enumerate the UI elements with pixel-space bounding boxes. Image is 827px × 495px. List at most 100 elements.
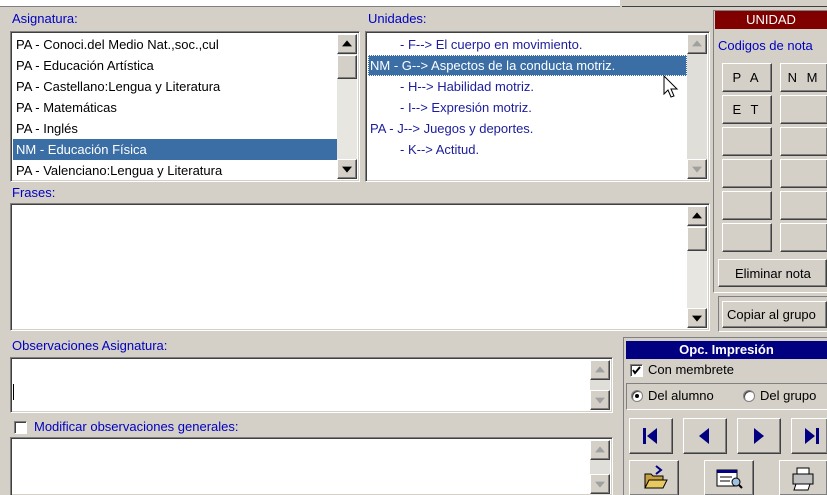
nota-code-button[interactable]: P A [722, 63, 772, 92]
nota-code-label: P A [732, 70, 762, 85]
skip-first-icon [643, 428, 657, 444]
scroll-up-icon [595, 446, 605, 453]
nota-code-label [723, 160, 771, 187]
nota-code-label [781, 224, 827, 251]
nota-code-label [781, 192, 827, 219]
top-edge-bar [0, 0, 620, 7]
nota-code-button[interactable]: N M [780, 63, 827, 92]
preview-button[interactable] [704, 460, 754, 495]
codigos-label: Codigos de nota [718, 38, 813, 53]
asignatura-scroll-down[interactable] [337, 159, 357, 179]
nota-code-button[interactable]: E T [722, 95, 772, 124]
nota-code-button[interactable] [722, 191, 772, 220]
observaciones-scroll-down[interactable] [590, 390, 610, 410]
observaciones-scrollbar[interactable] [590, 360, 610, 410]
generales-scrollbar[interactable] [590, 440, 610, 495]
unidades-label: Unidades: [368, 11, 427, 26]
unidades-list-item[interactable]: - H--> Habilidad motriz. [368, 76, 687, 97]
codigos-grid: P A N M E T [722, 63, 827, 253]
asignatura-list[interactable]: PA - Conoci.del Medio Nat.,soc.,cul PA - … [10, 31, 360, 182]
text-caret [13, 384, 14, 400]
previous-icon [699, 428, 709, 444]
unidades-list-item[interactable]: PA - J--> Juegos y deportes. [368, 118, 687, 139]
unidades-list-item[interactable]: - F--> El cuerpo en movimiento. [368, 34, 687, 55]
unidad-header-text: UNIDAD [746, 12, 796, 27]
observaciones-textarea[interactable] [10, 357, 613, 413]
scroll-down-icon [595, 397, 605, 404]
scroll-up-icon [342, 40, 352, 47]
eliminar-nota-label: Eliminar nota [735, 265, 811, 281]
membrete-checkbox[interactable] [630, 364, 643, 377]
unidades-scrollbar[interactable] [687, 34, 707, 179]
modificar-label[interactable]: Modificar observaciones generales: [34, 419, 239, 434]
frases-textarea[interactable] [10, 203, 710, 331]
observaciones-generales-textarea[interactable] [10, 437, 613, 495]
unidades-list-item[interactable]: - I--> Expresión motriz. [368, 97, 687, 118]
unidades-scroll-up[interactable] [687, 34, 707, 54]
skip-last-icon [805, 428, 819, 444]
unidades-list[interactable]: - F--> El cuerpo en movimiento. NM - G-->… [365, 31, 710, 182]
nota-code-label [781, 160, 827, 187]
asignatura-list-item[interactable]: PA - Castellano:Lengua y Literatura [13, 76, 337, 97]
frases-scrollbar[interactable] [687, 206, 707, 328]
copiar-grupo-label: Copiar al grupo [727, 307, 816, 322]
asignatura-list-item[interactable]: PA - Conoci.del Medio Nat.,soc.,cul [13, 34, 337, 55]
printer-icon [792, 467, 814, 491]
first-record-button[interactable] [629, 418, 673, 454]
asignatura-list-item[interactable]: PA - Valenciano:Lengua y Literatura [13, 160, 337, 181]
nota-code-label: E T [732, 102, 762, 117]
nota-code-button[interactable] [722, 127, 772, 156]
unidades-items: - F--> El cuerpo en movimiento. NM - G-->… [368, 34, 687, 160]
nota-code-button[interactable] [780, 159, 827, 188]
impresion-header: Opc. Impresión [626, 341, 827, 359]
nota-code-label [723, 224, 771, 251]
eliminar-nota-button[interactable]: Eliminar nota [718, 259, 827, 287]
unidades-scroll-down[interactable] [687, 159, 707, 179]
print-button[interactable] [779, 460, 827, 495]
del-grupo-radio[interactable] [743, 390, 755, 402]
frases-scroll-up[interactable] [687, 206, 707, 226]
impresion-header-text: Opc. Impresión [679, 342, 774, 357]
previous-record-button[interactable] [683, 418, 727, 454]
asignatura-scroll-up[interactable] [337, 34, 357, 54]
frases-scroll-down[interactable] [687, 308, 707, 328]
nota-code-label [723, 192, 771, 219]
observaciones-scroll-up[interactable] [590, 360, 610, 380]
copiar-grupo-button[interactable]: Copiar al grupo [722, 301, 827, 328]
del-alumno-radio[interactable] [631, 390, 643, 402]
asignatura-list-item[interactable]: NM - Educación Física [13, 139, 337, 160]
nota-code-label [781, 128, 827, 155]
next-record-button[interactable] [737, 418, 781, 454]
nota-code-button[interactable] [722, 159, 772, 188]
nota-code-button[interactable] [722, 223, 772, 252]
observaciones-label: Observaciones Asignatura: [12, 338, 168, 353]
asignatura-list-item[interactable]: PA - Matemáticas [13, 97, 337, 118]
nota-code-button[interactable] [780, 223, 827, 252]
unidades-list-item[interactable]: - K--> Actitud. [368, 139, 687, 160]
scroll-down-icon [692, 166, 702, 173]
scroll-down-icon [595, 481, 605, 488]
unidad-header: UNIDAD [715, 11, 827, 29]
membrete-label[interactable]: Con membrete [648, 362, 734, 377]
scroll-up-icon [692, 212, 702, 219]
frases-scroll-thumb[interactable] [687, 227, 707, 251]
modificar-checkbox[interactable] [14, 421, 27, 434]
generales-scroll-up[interactable] [590, 440, 610, 460]
asignatura-scroll-thumb[interactable] [337, 55, 357, 79]
scroll-down-icon [342, 166, 352, 173]
frases-label: Frases: [12, 185, 56, 200]
del-alumno-label[interactable]: Del alumno [648, 388, 714, 403]
asignatura-scrollbar[interactable] [337, 34, 357, 179]
generales-scroll-down[interactable] [590, 474, 610, 494]
open-folder-button[interactable] [629, 460, 679, 495]
last-record-button[interactable] [791, 418, 827, 454]
nota-code-button[interactable] [780, 191, 827, 220]
top-edge-bar-right [622, 0, 827, 7]
asignatura-list-item[interactable]: PA - Inglés [13, 118, 337, 139]
nota-code-button[interactable] [780, 127, 827, 156]
asignatura-list-item[interactable]: PA - Educación Artística [13, 55, 337, 76]
scroll-up-icon [692, 40, 702, 47]
nota-code-button[interactable] [780, 95, 827, 124]
del-grupo-label[interactable]: Del grupo [760, 388, 816, 403]
unidades-list-item[interactable]: NM - G--> Aspectos de la conducta motriz… [368, 55, 687, 76]
